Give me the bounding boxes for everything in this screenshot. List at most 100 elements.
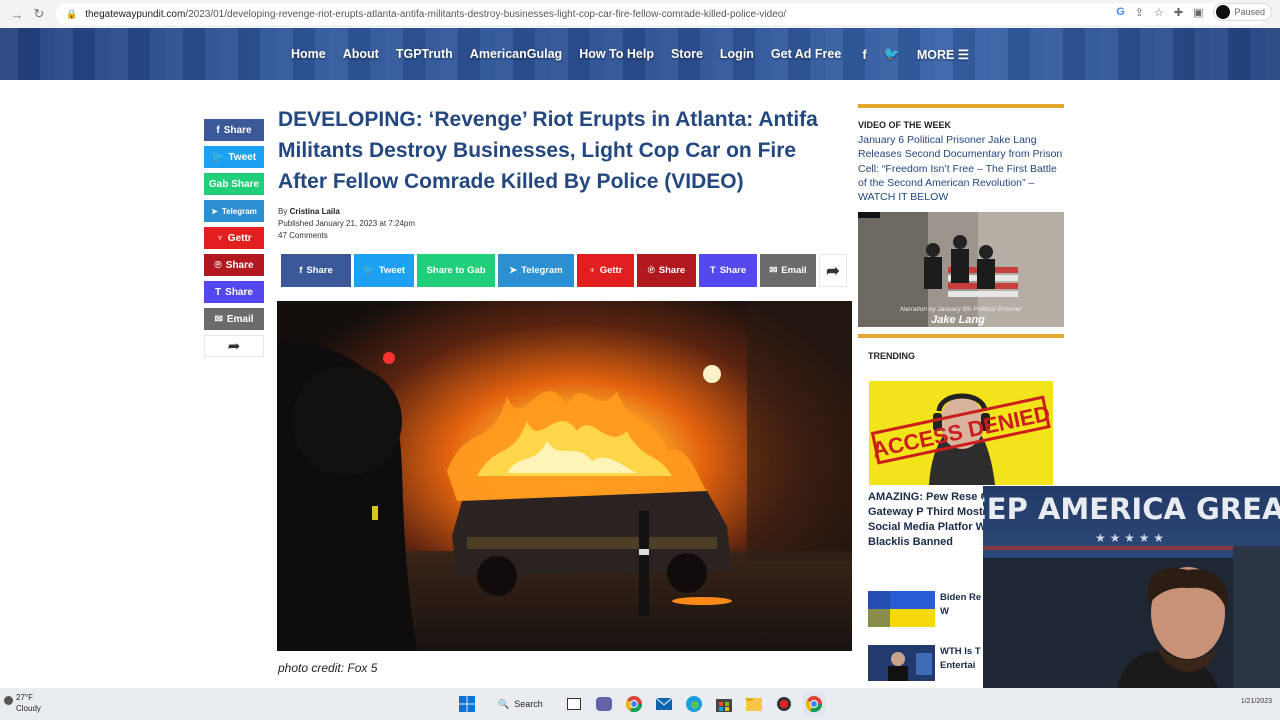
- taskbar-date: 1/21/2023: [1240, 698, 1272, 705]
- comments-link[interactable]: 47 Comments: [278, 230, 415, 242]
- trending-thumbnail-image: ACCESS DENIED: [869, 381, 1053, 485]
- url-path: /2023/01/developing-revenge-riot-erupts-…: [185, 8, 787, 20]
- nav-store[interactable]: Store: [671, 47, 703, 61]
- vow-label: VIDEO OF THE WEEK: [858, 120, 952, 130]
- truth-icon: T: [215, 286, 222, 298]
- tweet-button[interactable]: 🐦 Tweet: [204, 146, 264, 168]
- browser-toolbar: → ↻ 🔒 thegatewaypundit.com/2023/01/devel…: [0, 0, 1280, 28]
- edge-icon[interactable]: [683, 693, 705, 715]
- economic-forum-thumbnail: [868, 645, 935, 681]
- nav-tgptruth[interactable]: TGPTruth: [396, 47, 453, 61]
- extensions-icon[interactable]: ✚: [1174, 6, 1183, 19]
- record-icon[interactable]: [773, 693, 795, 715]
- webcam-overlay: EEP AMERICA GREAT ★ ★ ★ ★ ★: [983, 486, 1280, 710]
- profile-button[interactable]: Paused: [1213, 3, 1272, 21]
- telegram-share-button[interactable]: ➤ Telegram: [204, 200, 264, 222]
- webcam-video: ★ ★ ★ ★ ★: [983, 531, 1280, 710]
- chrome-icon[interactable]: [623, 693, 645, 715]
- share-bar-tweet[interactable]: 🐦 Tweet: [354, 254, 414, 287]
- share-bar-gab[interactable]: Share to Gab: [417, 254, 495, 287]
- store-icon[interactable]: [713, 693, 735, 715]
- gettr-share-button[interactable]: ♆ Gettr: [204, 227, 264, 249]
- twitter-icon: 🐦: [211, 151, 225, 163]
- main-nav: Home About TGPTruth AmericanGulag How To…: [291, 28, 969, 80]
- nav-about[interactable]: About: [343, 47, 379, 61]
- avatar: [1216, 5, 1231, 19]
- share-bar-facebook[interactable]: f Share: [281, 254, 351, 287]
- vow-caption-name: Jake Lang: [931, 314, 985, 326]
- burning-car-photo: [277, 301, 852, 651]
- vow-thumbnail-image: Narration by January 6th Political Priso…: [858, 212, 1064, 327]
- reload-icon[interactable]: ↻: [28, 3, 50, 25]
- parler-icon: ℗: [214, 259, 222, 271]
- site-header: Home About TGPTruth AmericanGulag How To…: [0, 28, 1280, 80]
- floating-share-column: f Share 🐦 Tweet Gab Share ➤ Telegram ♆ Gettr…: [204, 119, 264, 357]
- facebook-icon: f: [216, 124, 220, 136]
- nav-how-to-help[interactable]: How To Help: [579, 47, 654, 61]
- facebook-share-button[interactable]: f Share: [204, 119, 264, 141]
- share-bar-parler[interactable]: ℗ Share: [637, 254, 696, 287]
- url-host: thegatewaypundit.com: [85, 8, 186, 20]
- weather-condition: Cloudy: [16, 704, 41, 713]
- nav-more[interactable]: MORE ☰: [917, 47, 969, 62]
- truth-icon: T: [709, 265, 716, 276]
- photo-credit: photo credit: Fox 5: [278, 661, 378, 675]
- mail-icon: ✉: [214, 313, 223, 325]
- article-title: DEVELOPING: ‘Revenge’ Riot Erupts in Atl…: [278, 108, 818, 193]
- truth-share-button[interactable]: T Share: [204, 281, 264, 303]
- parler-share-button[interactable]: ℗ Share: [204, 254, 264, 276]
- search-icon: 🔍: [498, 698, 510, 709]
- mail-icon: ✉: [769, 265, 778, 276]
- sidepanel-icon[interactable]: ▣: [1193, 6, 1203, 19]
- share-more-arrow-icon[interactable]: ➦: [819, 254, 847, 287]
- address-bar[interactable]: 🔒 thegatewaypundit.com/2023/01/developin…: [56, 3, 1266, 25]
- share-bar-gettr[interactable]: ♆ Gettr: [577, 254, 634, 287]
- svg-text:★ ★ ★ ★ ★: ★ ★ ★ ★ ★: [1095, 531, 1164, 545]
- vow-thumbnail[interactable]: Narration by January 6th Political Priso…: [858, 212, 1064, 327]
- vow-link[interactable]: January 6 Political Prisoner Jake Lang R…: [858, 133, 1064, 204]
- task-view-icon[interactable]: [563, 693, 585, 715]
- publish-date: Published January 21, 2023 at 7:24pm: [278, 219, 415, 228]
- gettr-icon: ♆: [588, 265, 596, 276]
- nav-americangulag[interactable]: AmericanGulag: [470, 47, 562, 61]
- star-icon[interactable]: ☆: [1154, 6, 1164, 19]
- share-bar-email[interactable]: ✉ Email: [760, 254, 816, 287]
- back-arrow-icon[interactable]: →: [6, 3, 28, 25]
- file-explorer-icon[interactable]: [743, 693, 765, 715]
- share-icon[interactable]: ⇪: [1135, 6, 1144, 19]
- byline: By Cristina Laila Published January 21, …: [278, 207, 415, 242]
- article-hero-image: [277, 301, 852, 651]
- telegram-icon: ➤: [211, 206, 218, 216]
- nav-login[interactable]: Login: [720, 47, 754, 61]
- trending-label: TRENDING: [868, 351, 915, 361]
- twitter-icon: 🐦: [362, 265, 375, 276]
- share-bar-telegram[interactable]: ➤ Telegram: [498, 254, 574, 287]
- vow-caption-small: Narration by January 6th Political Priso…: [900, 306, 1022, 313]
- taskbar-search[interactable]: 🔍 Search: [486, 692, 555, 716]
- twitter-icon[interactable]: 🐦: [884, 46, 900, 62]
- telegram-icon: ➤: [509, 265, 518, 276]
- email-share-button[interactable]: ✉ Email: [204, 308, 264, 330]
- more-share-arrow-icon[interactable]: ➦: [204, 335, 264, 357]
- nav-home[interactable]: Home: [291, 47, 326, 61]
- author-link[interactable]: Cristina Laila: [290, 207, 340, 216]
- facebook-icon[interactable]: f: [862, 47, 866, 62]
- chrome-active-icon[interactable]: [802, 693, 825, 715]
- mail-icon[interactable]: [653, 693, 675, 715]
- video-of-the-week: VIDEO OF THE WEEK January 6 Political Pr…: [858, 104, 1064, 204]
- nav-get-ad-free[interactable]: Get Ad Free: [771, 47, 841, 61]
- weather-widget[interactable]: 27°F Cloudy: [4, 692, 41, 714]
- taskbar: 27°F Cloudy 🔍 Search 1/21/2023: [0, 688, 1280, 720]
- facebook-icon: f: [299, 265, 303, 276]
- share-bar-truth[interactable]: T Share: [699, 254, 757, 287]
- google-icon[interactable]: G: [1116, 6, 1125, 18]
- trending-section: TRENDING: [858, 334, 1064, 361]
- windows-start-icon[interactable]: [456, 693, 478, 715]
- ukraine-flag-thumbnail: [868, 591, 935, 627]
- teams-chat-icon[interactable]: [593, 693, 615, 715]
- gab-share-button[interactable]: Gab Share: [204, 173, 264, 195]
- gettr-icon: ♆: [216, 232, 224, 244]
- profile-status: Paused: [1234, 7, 1265, 17]
- cloud-icon: [4, 696, 13, 705]
- trending-thumbnail[interactable]: ACCESS DENIED: [869, 381, 1053, 485]
